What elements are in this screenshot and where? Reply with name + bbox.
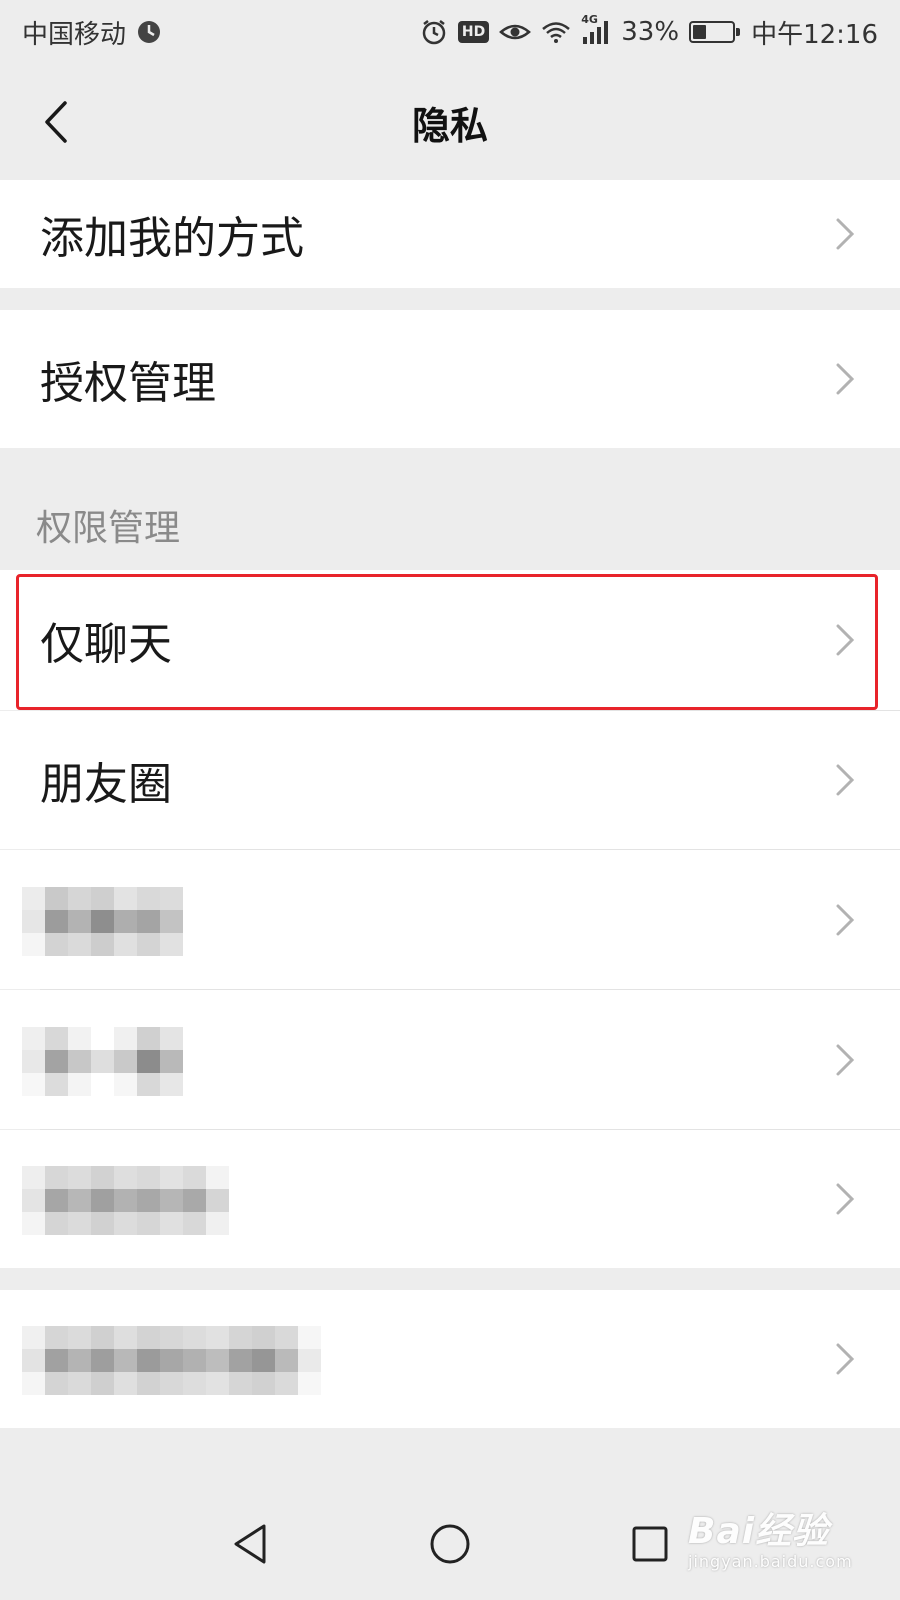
status-left: 中国移动 bbox=[22, 14, 162, 51]
cell-chat-only[interactable]: 仅聊天 bbox=[0, 570, 900, 710]
wifi-icon bbox=[541, 20, 571, 44]
cell-pixelated-2[interactable] bbox=[0, 990, 900, 1129]
chevron-right-icon bbox=[836, 1044, 855, 1075]
circle-home-icon bbox=[430, 1524, 470, 1564]
back-button[interactable] bbox=[26, 90, 86, 154]
status-time: 中午12:16 bbox=[751, 19, 878, 50]
cell-pixelated-3[interactable] bbox=[0, 1130, 900, 1268]
clock-icon bbox=[136, 19, 162, 45]
chevron-right-icon bbox=[836, 218, 855, 250]
network-type: 4G bbox=[581, 13, 598, 26]
cell-moments[interactable]: 朋友圈 bbox=[0, 711, 900, 849]
cell-add-me-method[interactable]: 添加我的方式 bbox=[0, 180, 900, 288]
cell-label: 授权管理 bbox=[40, 358, 216, 409]
system-recents-button[interactable] bbox=[618, 1512, 682, 1576]
cell-label: 仅聊天 bbox=[40, 619, 172, 670]
page-title: 隐私 bbox=[411, 103, 488, 148]
chevron-right-icon bbox=[836, 363, 855, 395]
chevron-right-icon bbox=[836, 1343, 855, 1375]
hd-badge: HD bbox=[457, 21, 490, 43]
baidu-jingyan-watermark: Bai经验 jingyan.baidu.com bbox=[688, 1502, 888, 1582]
chevron-right-icon bbox=[836, 904, 855, 935]
battery-percent: 33% bbox=[621, 17, 680, 47]
battery-icon bbox=[689, 21, 741, 43]
triangle-back-icon bbox=[234, 1524, 266, 1564]
chevron-right-icon bbox=[836, 624, 855, 656]
signal-icon: 4G bbox=[581, 13, 611, 45]
section-header-permissions: 权限管理 bbox=[36, 508, 181, 549]
carrier-name: 中国移动 bbox=[22, 19, 127, 50]
cell-label: 添加我的方式 bbox=[40, 213, 304, 264]
watermark-logo: Bai经验 bbox=[688, 1511, 830, 1552]
system-back-button[interactable] bbox=[218, 1512, 282, 1576]
pixelated-label bbox=[22, 887, 183, 956]
cell-label: 朋友圈 bbox=[40, 759, 172, 810]
navigation-bar: 隐私 bbox=[0, 64, 900, 180]
system-home-button[interactable] bbox=[418, 1512, 482, 1576]
pixelated-label bbox=[22, 1166, 229, 1235]
status-right: HD 4G 33% 中午12:16 bbox=[420, 13, 878, 51]
back-arrow-icon bbox=[45, 101, 67, 143]
pixelated-label bbox=[22, 1326, 321, 1395]
chevron-right-icon bbox=[836, 1183, 855, 1215]
alarm-icon bbox=[420, 18, 448, 46]
cell-authorization-management[interactable]: 授权管理 bbox=[0, 310, 900, 448]
eye-icon bbox=[499, 20, 532, 44]
chevron-right-icon bbox=[836, 764, 855, 796]
watermark-site: jingyan.baidu.com bbox=[688, 1552, 853, 1571]
square-recents-icon bbox=[632, 1526, 668, 1562]
battery-fill bbox=[693, 25, 706, 39]
cell-pixelated-4[interactable] bbox=[0, 1290, 900, 1428]
pixelated-label bbox=[22, 1027, 183, 1096]
status-bar: 中国移动 HD 4G 33% 中午12:16 bbox=[0, 0, 900, 64]
cell-pixelated-1[interactable] bbox=[0, 850, 900, 989]
